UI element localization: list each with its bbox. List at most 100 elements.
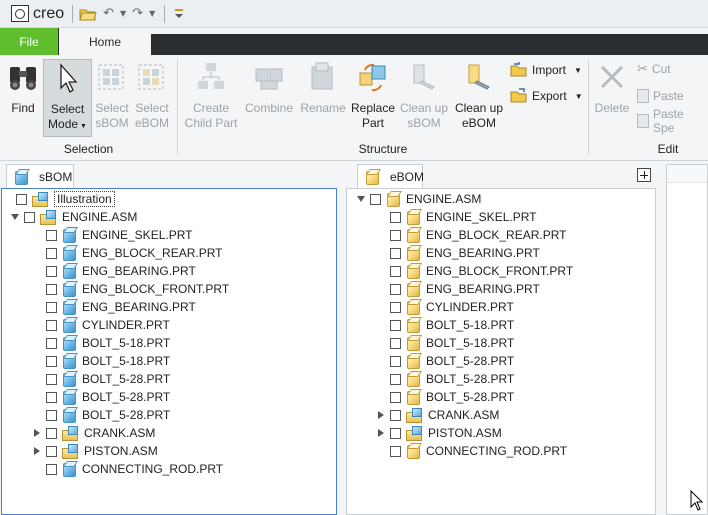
row-checkbox[interactable] xyxy=(390,283,401,295)
undo-dropdown-icon[interactable]: ▼ xyxy=(120,9,126,18)
sbom-tree-row[interactable]: BOLT_5-28.PRT xyxy=(32,406,170,424)
ebom-root-row[interactable]: ENGINE.ASM xyxy=(356,190,481,208)
row-checkbox[interactable] xyxy=(390,391,401,403)
row-checkbox[interactable] xyxy=(390,355,401,367)
expand-arrow-icon[interactable] xyxy=(32,428,42,438)
redo-icon[interactable]: ↷ xyxy=(132,7,143,20)
import-button[interactable]: Import ▼ xyxy=(510,61,582,79)
customize-qat-icon[interactable] xyxy=(174,7,184,21)
row-checkbox[interactable] xyxy=(390,229,401,241)
delete-button[interactable]: Delete xyxy=(592,59,632,116)
sbom-tree-row[interactable]: BOLT_5-18.PRT xyxy=(32,352,170,370)
ebom-tree-row[interactable]: BOLT_5-28.PRT xyxy=(376,370,514,388)
redo-dropdown-icon[interactable]: ▼ xyxy=(149,9,155,18)
sbom-tree-row[interactable]: ENG_BEARING.PRT xyxy=(32,298,196,316)
row-checkbox[interactable] xyxy=(46,463,57,475)
cut-button[interactable]: ✂ Cut xyxy=(637,60,671,78)
expand-arrow-icon[interactable] xyxy=(32,446,42,456)
select-ebom-button[interactable]: Select eBOM xyxy=(134,59,170,131)
row-checkbox[interactable] xyxy=(370,193,381,205)
row-checkbox[interactable] xyxy=(390,319,401,331)
find-button[interactable]: Find xyxy=(4,59,42,116)
row-checkbox[interactable] xyxy=(46,319,57,331)
ebom-tree-row[interactable]: ENG_BEARING.PRT xyxy=(376,280,540,298)
ebom-tree-row[interactable]: CYLINDER.PRT xyxy=(376,298,514,316)
row-checkbox[interactable] xyxy=(46,355,57,367)
sbom-tree-row[interactable]: CYLINDER.PRT xyxy=(32,316,170,334)
add-panel-button[interactable] xyxy=(637,168,651,182)
rename-button[interactable]: Rename xyxy=(299,59,347,116)
row-checkbox[interactable] xyxy=(390,445,401,457)
row-checkbox[interactable] xyxy=(46,301,57,313)
undo-icon[interactable]: ↶ xyxy=(103,7,114,20)
tab-file[interactable]: File xyxy=(0,28,58,55)
row-checkbox[interactable] xyxy=(390,247,401,259)
cleanup-sbom-button[interactable]: Clean up sBOM xyxy=(398,59,450,131)
ebom-tree-row[interactable]: BOLT_5-28.PRT xyxy=(376,388,514,406)
row-checkbox[interactable] xyxy=(46,247,57,259)
sbom-illustration-row[interactable]: Illustration xyxy=(2,190,115,208)
row-checkbox[interactable] xyxy=(46,409,57,421)
sbom-tree-row[interactable]: BOLT_5-18.PRT xyxy=(32,334,170,352)
row-checkbox[interactable] xyxy=(390,301,401,313)
row-checkbox[interactable] xyxy=(46,265,57,277)
row-checkbox[interactable] xyxy=(390,427,401,439)
sbom-tree-row[interactable]: ENG_BEARING.PRT xyxy=(32,262,196,280)
sbom-tree-row[interactable]: BOLT_5-28.PRT xyxy=(32,388,170,406)
part-icon xyxy=(406,336,420,351)
row-checkbox[interactable] xyxy=(390,265,401,277)
row-checkbox[interactable] xyxy=(390,409,401,421)
expand-arrow-icon[interactable] xyxy=(376,410,386,420)
ebom-tree-row[interactable]: BOLT_5-18.PRT xyxy=(376,334,514,352)
sbom-tree-row[interactable]: ENG_BLOCK_REAR.PRT xyxy=(32,244,223,262)
collapse-arrow-icon[interactable] xyxy=(356,194,366,204)
row-checkbox[interactable] xyxy=(46,373,57,385)
combine-button[interactable]: Combine xyxy=(242,59,296,116)
tab-sbom[interactable]: sBOM xyxy=(6,164,74,189)
paste-special-button[interactable]: Paste Spe xyxy=(637,107,708,135)
sbom-tree-row[interactable]: CONNECTING_ROD.PRT xyxy=(32,460,223,478)
ebom-tree-row[interactable]: ENGINE_SKEL.PRT xyxy=(376,208,536,226)
export-button[interactable]: Export ▼ xyxy=(510,87,583,105)
tab-home[interactable]: Home xyxy=(59,28,151,55)
cleanup-ebom-button[interactable]: Clean up eBOM xyxy=(452,59,506,131)
paste-button[interactable]: Paste xyxy=(637,87,684,105)
row-checkbox[interactable] xyxy=(46,445,57,457)
create-child-part-button[interactable]: Create Child Part xyxy=(182,59,240,131)
select-sbom-button[interactable]: Select sBOM xyxy=(94,59,130,131)
row-checkbox[interactable] xyxy=(390,373,401,385)
expand-arrow-icon[interactable] xyxy=(376,428,386,438)
sbom-tree-row[interactable]: PISTON.ASM xyxy=(32,442,158,460)
collapse-arrow-icon[interactable] xyxy=(10,212,20,222)
ebom-tree-row[interactable]: ENG_BEARING.PRT xyxy=(376,244,540,262)
ebom-tree-row[interactable]: PISTON.ASM xyxy=(376,424,502,442)
select-mode-button[interactable]: Select Mode ▼ xyxy=(43,59,92,137)
row-checkbox[interactable] xyxy=(46,337,57,349)
row-checkbox[interactable] xyxy=(46,427,57,439)
ebom-tree-row[interactable]: CONNECTING_ROD.PRT xyxy=(376,442,567,460)
ebom-tree-row[interactable]: BOLT_5-28.PRT xyxy=(376,352,514,370)
part-icon xyxy=(406,246,420,261)
row-checkbox[interactable] xyxy=(24,211,35,223)
row-checkbox[interactable] xyxy=(46,283,57,295)
sbom-root-row[interactable]: ENGINE.ASM xyxy=(10,208,137,226)
tab-ebom[interactable]: eBOM xyxy=(357,164,424,189)
ebom-tree-row[interactable]: ENG_BLOCK_REAR.PRT xyxy=(376,226,567,244)
sbom-tree-row[interactable]: ENG_BLOCK_FRONT.PRT xyxy=(32,280,229,298)
ebom-tree-row[interactable]: ENG_BLOCK_FRONT.PRT xyxy=(376,262,573,280)
row-checkbox[interactable] xyxy=(46,229,57,241)
replace-part-button[interactable]: Replace Part xyxy=(349,59,397,131)
sbom-tree-row[interactable]: BOLT_5-28.PRT xyxy=(32,370,170,388)
row-checkbox[interactable] xyxy=(46,391,57,403)
row-checkbox[interactable] xyxy=(390,337,401,349)
ebom-tree-row[interactable]: BOLT_5-18.PRT xyxy=(376,316,514,334)
part-icon xyxy=(406,318,420,333)
row-checkbox[interactable] xyxy=(16,193,27,205)
row-checkbox[interactable] xyxy=(390,211,401,223)
open-folder-icon[interactable] xyxy=(79,6,97,22)
sbom-tree-row[interactable]: CRANK.ASM xyxy=(32,424,155,442)
ebom-tree-row[interactable]: CRANK.ASM xyxy=(376,406,499,424)
sbom-tree-row[interactable]: ENGINE_SKEL.PRT xyxy=(32,226,192,244)
